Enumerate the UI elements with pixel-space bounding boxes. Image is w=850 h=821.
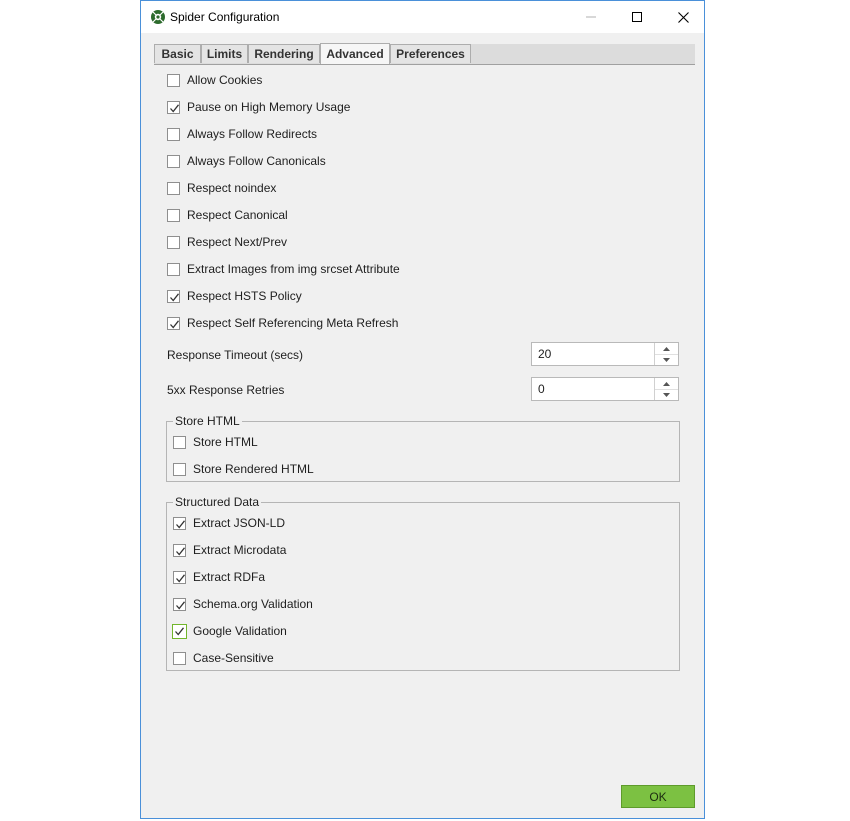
option-label: Extract Microdata: [193, 543, 287, 557]
checkbox-checked-focused[interactable]: [172, 623, 187, 639]
option-respect-meta-refresh[interactable]: Respect Self Referencing Meta Refresh: [167, 314, 398, 332]
option-label: Always Follow Canonicals: [187, 154, 326, 168]
title-bar[interactable]: Spider Configuration: [141, 1, 704, 33]
checkbox[interactable]: [173, 462, 186, 476]
tab-rendering[interactable]: Rendering: [248, 44, 320, 63]
option-schema-validation[interactable]: Schema.org Validation: [173, 595, 313, 613]
option-allow-cookies[interactable]: Allow Cookies: [167, 71, 262, 89]
option-pause-high-memory[interactable]: Pause on High Memory Usage: [167, 98, 350, 116]
store-html-group: Store HTML Store HTML Store Rendered HTM…: [166, 414, 680, 482]
option-extract-rdfa[interactable]: Extract RDFa: [173, 568, 265, 586]
structured-data-group: Structured Data Extract JSON-LD Extract …: [166, 495, 680, 671]
checkbox[interactable]: [167, 154, 180, 168]
checkbox-checked[interactable]: [173, 597, 186, 611]
response-timeout-label: Response Timeout (secs): [167, 348, 304, 362]
option-respect-noindex[interactable]: Respect noindex: [167, 179, 276, 197]
option-label: Case-Sensitive: [193, 651, 274, 665]
option-label: Google Validation: [193, 624, 287, 638]
arrow-up-icon: [663, 381, 670, 386]
response-timeout-spinner[interactable]: [531, 342, 679, 366]
retries-label: 5xx Response Retries: [167, 383, 285, 397]
retries-spinner[interactable]: [531, 377, 679, 401]
option-label: Store Rendered HTML: [193, 462, 314, 476]
checkmark-icon: [176, 546, 186, 556]
group-title: Store HTML: [173, 414, 242, 428]
option-follow-canonicals[interactable]: Always Follow Canonicals: [167, 152, 326, 170]
checkbox[interactable]: [173, 435, 186, 449]
option-extract-srcset[interactable]: Extract Images from img srcset Attribute: [167, 260, 400, 278]
tab-basic[interactable]: Basic: [154, 44, 201, 63]
tab-bar: Basic Limits Rendering Advanced Preferen…: [154, 43, 695, 65]
checkbox[interactable]: [167, 127, 180, 141]
close-button[interactable]: [660, 1, 706, 33]
option-extract-microdata[interactable]: Extract Microdata: [173, 541, 286, 559]
spinner-buttons: [654, 343, 678, 365]
checkbox[interactable]: [173, 651, 186, 665]
decrement-button[interactable]: [655, 354, 678, 365]
checkmark-icon: [170, 292, 180, 302]
checkbox[interactable]: [167, 181, 180, 195]
checkbox[interactable]: [167, 235, 180, 249]
option-label: Store HTML: [193, 435, 258, 449]
option-respect-hsts[interactable]: Respect HSTS Policy: [167, 287, 302, 305]
response-timeout-input[interactable]: [532, 343, 656, 365]
option-respect-canonical[interactable]: Respect Canonical: [167, 206, 288, 224]
retries-input[interactable]: [532, 378, 656, 400]
arrow-down-icon: [663, 357, 670, 362]
arrow-down-icon: [663, 392, 670, 397]
checkbox[interactable]: [167, 208, 180, 222]
maximize-icon: [632, 12, 642, 22]
option-respect-next-prev[interactable]: Respect Next/Prev: [167, 233, 287, 251]
window-title: Spider Configuration: [170, 10, 280, 24]
option-label: Always Follow Redirects: [187, 127, 318, 141]
checkmark-icon: [170, 103, 180, 113]
option-label: Extract JSON-LD: [193, 516, 286, 530]
arrow-up-icon: [663, 346, 670, 351]
checkmark-icon: [176, 600, 186, 610]
checkmark-icon: [175, 626, 185, 636]
option-label: Allow Cookies: [187, 73, 263, 87]
minimize-icon: [586, 16, 596, 18]
option-follow-redirects[interactable]: Always Follow Redirects: [167, 125, 317, 143]
option-label: Respect Next/Prev: [187, 235, 288, 249]
option-store-rendered-html[interactable]: Store Rendered HTML: [173, 460, 314, 478]
option-case-sensitive[interactable]: Case-Sensitive: [173, 649, 274, 667]
option-label: Extract RDFa: [193, 570, 266, 584]
option-extract-json-ld[interactable]: Extract JSON-LD: [173, 514, 285, 532]
checkbox-checked[interactable]: [167, 316, 180, 330]
maximize-button[interactable]: [614, 1, 660, 33]
checkbox-checked[interactable]: [173, 543, 186, 557]
option-label: Pause on High Memory Usage: [187, 100, 351, 114]
spinner-buttons: [654, 378, 678, 400]
group-title: Structured Data: [173, 495, 262, 509]
checkbox-checked[interactable]: [173, 516, 186, 530]
option-label: Respect Self Referencing Meta Refresh: [187, 316, 399, 330]
checkbox[interactable]: [167, 262, 180, 276]
minimize-button[interactable]: [568, 1, 614, 33]
option-label: Respect Canonical: [187, 208, 288, 222]
option-store-html[interactable]: Store HTML: [173, 433, 258, 451]
option-label: Respect HSTS Policy: [187, 289, 302, 303]
checkmark-icon: [170, 319, 180, 329]
option-label: Extract Images from img srcset Attribute: [187, 262, 400, 276]
spider-configuration-dialog: Spider Configuration Basic Limits Render…: [140, 0, 705, 819]
checkbox[interactable]: [167, 73, 180, 87]
option-google-validation[interactable]: Google Validation: [172, 622, 287, 640]
ok-button[interactable]: OK: [621, 785, 695, 808]
close-icon: [677, 11, 689, 23]
checkmark-icon: [176, 519, 186, 529]
option-label: Respect noindex: [187, 181, 277, 195]
checkbox-checked[interactable]: [167, 100, 180, 114]
tab-advanced[interactable]: Advanced: [320, 43, 390, 64]
tab-preferences[interactable]: Preferences: [390, 44, 471, 63]
checkmark-icon: [176, 573, 186, 583]
checkbox-checked[interactable]: [167, 289, 180, 303]
option-label: Schema.org Validation: [193, 597, 313, 611]
spider-logo-icon: [150, 9, 166, 25]
decrement-button[interactable]: [655, 389, 678, 400]
tab-limits[interactable]: Limits: [201, 44, 248, 63]
checkbox-checked[interactable]: [173, 570, 186, 584]
